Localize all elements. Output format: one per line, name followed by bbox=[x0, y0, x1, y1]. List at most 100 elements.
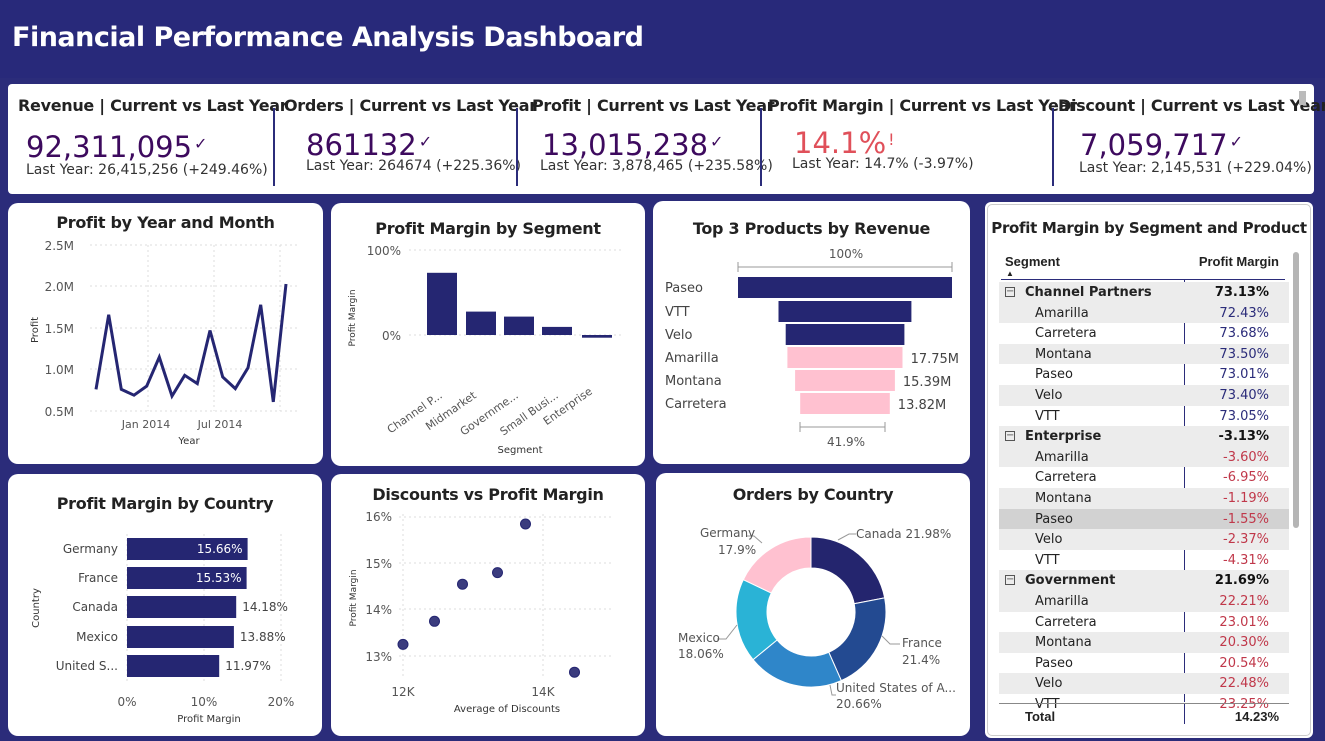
table-row[interactable]: Paseo 20.54% bbox=[999, 653, 1289, 674]
country-bar bbox=[127, 626, 234, 648]
x-tick: 10% bbox=[191, 695, 218, 709]
kpi-value: 14.1%! bbox=[794, 126, 895, 160]
row-value: 21.69% bbox=[1214, 573, 1269, 589]
collapse-icon[interactable]: − bbox=[1005, 431, 1015, 442]
x-tick: Jan 2014 bbox=[121, 418, 170, 431]
table-row[interactable]: Amarilla 72.43% bbox=[999, 302, 1289, 324]
x-tick: 0% bbox=[117, 695, 136, 709]
kpi-last-year: Last Year: 2,145,531 (+229.04%) bbox=[1079, 160, 1312, 176]
segment-bar-chart: 100% 0% Profit Margin Channel P... Midma… bbox=[348, 244, 623, 456]
funnel-category-label: Paseo bbox=[665, 281, 703, 296]
segment-bars bbox=[427, 272, 612, 338]
kpi-strip: Revenue | Current vs Last Year 92,311,09… bbox=[8, 84, 1325, 194]
kpi-scrollbar-thumb[interactable] bbox=[1299, 91, 1306, 105]
country-value-label: 15.66% bbox=[197, 542, 243, 556]
segment-bar bbox=[542, 326, 572, 335]
row-value: -3.60% bbox=[1223, 449, 1269, 465]
kpi-revenue[interactable]: Revenue | Current vs Last Year 92,311,09… bbox=[18, 84, 288, 194]
y-axis-label: Profit Margin bbox=[349, 569, 359, 626]
kpi-value: 92,311,095 ✓ bbox=[26, 130, 208, 164]
y-axis-label: Country bbox=[31, 588, 42, 628]
country-label: France bbox=[78, 571, 118, 585]
collapse-icon[interactable]: − bbox=[1005, 287, 1015, 297]
kpi-divider bbox=[273, 108, 275, 186]
table-row[interactable]: Amarilla 22.21% bbox=[999, 590, 1289, 612]
country-label: Canada bbox=[72, 600, 118, 614]
table-scrollbar-thumb[interactable] bbox=[1293, 252, 1299, 528]
row-value: 20.30% bbox=[1219, 635, 1269, 651]
country-value-label: 13.88% bbox=[240, 630, 286, 644]
table-row[interactable]: Montana 20.30% bbox=[999, 632, 1289, 653]
table-segment-row[interactable]: − Enterprise -3.13% bbox=[999, 426, 1289, 447]
table-row[interactable]: Carretera 73.68% bbox=[999, 323, 1289, 344]
country-bars: Germany 15.66% France 15.53% Canada 14.18% Mex… bbox=[56, 538, 288, 677]
table-row[interactable]: Amarilla -3.60% bbox=[999, 446, 1289, 468]
kpi-discount[interactable]: Discount | Current vs Last Year 7,059,71… bbox=[1058, 84, 1325, 194]
row-label: Paseo bbox=[1035, 655, 1073, 671]
slice-label-germany-pct: 17.9% bbox=[718, 543, 756, 557]
y-tick: 2.5M bbox=[45, 239, 74, 253]
kpi-profit-margin[interactable]: Profit Margin | Current vs Last Year 14.… bbox=[768, 84, 1077, 194]
header-divider bbox=[1001, 279, 1285, 280]
row-label: Velo bbox=[1035, 387, 1063, 403]
table-row[interactable]: Carretera 23.01% bbox=[999, 612, 1289, 633]
table-row[interactable]: Paseo 73.01% bbox=[999, 364, 1289, 385]
row-label: Paseo bbox=[1035, 511, 1073, 527]
funnel-bar bbox=[778, 301, 912, 322]
table-row[interactable]: Paseo -1.55% bbox=[999, 508, 1289, 530]
segment-bar bbox=[427, 272, 457, 335]
row-label: Amarilla bbox=[1035, 449, 1089, 465]
column-header-segment[interactable]: Segment bbox=[1005, 254, 1060, 269]
kpi-title: Profit | Current vs Last Year bbox=[532, 96, 775, 115]
country-bar-chart: Germany 15.66% France 15.53% Canada 14.18% Mex… bbox=[31, 534, 294, 725]
margin-by-segment-card: Profit Margin by Segment 100% 0% Profit … bbox=[331, 203, 645, 466]
slice-label-france: France bbox=[902, 636, 942, 650]
donut-slice bbox=[810, 536, 886, 605]
row-value: 23.01% bbox=[1219, 614, 1269, 630]
row-value: -2.37% bbox=[1223, 532, 1269, 548]
funnel-bar bbox=[785, 324, 905, 345]
table-row[interactable]: Velo 22.48% bbox=[999, 673, 1289, 694]
x-axis-label: Segment bbox=[498, 445, 543, 456]
scatter-point bbox=[429, 615, 440, 627]
table-segment-row[interactable]: − Government 21.69% bbox=[999, 570, 1289, 591]
row-label: Amarilla bbox=[1035, 593, 1089, 609]
collapse-icon[interactable]: − bbox=[1005, 575, 1015, 586]
y-tick: 14% bbox=[365, 603, 392, 617]
table-row[interactable]: VTT -4.31% bbox=[999, 550, 1289, 571]
sort-arrow-icon[interactable]: ▲ bbox=[1006, 269, 1014, 278]
slice-label-france-pct: 21.4% bbox=[902, 653, 940, 667]
checkmark-icon: ✓ bbox=[418, 132, 433, 151]
y-tick: 0.5M bbox=[45, 405, 74, 419]
table-segment-row[interactable]: − Channel Partners 73.13% bbox=[999, 282, 1289, 303]
row-value: 72.43% bbox=[1219, 305, 1269, 321]
row-label: Carretera bbox=[1035, 470, 1097, 486]
row-label: Enterprise bbox=[1025, 429, 1102, 445]
segment-bar bbox=[582, 335, 612, 338]
kpi-orders[interactable]: Orders | Current vs Last Year 861132 ✓ La… bbox=[284, 84, 537, 194]
kpi-profit[interactable]: Profit | Current vs Last Year 13,015,238… bbox=[532, 84, 775, 194]
table-row[interactable]: Velo -2.37% bbox=[999, 529, 1289, 550]
table-body: − Channel Partners 73.13% Amarilla 72.43% Car… bbox=[999, 282, 1289, 714]
row-value: -6.95% bbox=[1223, 470, 1269, 486]
funnel-chart: 100% Paseo VTT Velo Amarilla 17.75M Montana 15… bbox=[665, 247, 959, 449]
top-products-card: Top 3 Products by Revenue 100% Paseo VTT V… bbox=[653, 201, 970, 464]
country-value-label: 14.18% bbox=[242, 600, 288, 614]
table-row[interactable]: Velo 73.40% bbox=[999, 384, 1289, 406]
kpi-value: 861132 ✓ bbox=[306, 128, 433, 162]
kpi-title: Profit Margin | Current vs Last Year bbox=[768, 96, 1077, 115]
discount-vs-margin-card: Discounts vs Profit Margin 16% 15% 14% 1… bbox=[331, 474, 645, 736]
y-tick: 1.0M bbox=[45, 363, 74, 377]
row-value: 73.13% bbox=[1214, 285, 1269, 300]
profit-line-chart: 2.5M 2.0M 1.5M 1.0M 0.5M Jan 2014 Jul 20… bbox=[30, 239, 298, 447]
table-row[interactable]: Montana -1.19% bbox=[999, 487, 1289, 509]
kpi-title: Discount | Current vs Last Year bbox=[1058, 96, 1325, 115]
column-header-profit-margin[interactable]: Profit Margin bbox=[1199, 254, 1279, 269]
table-row[interactable]: Montana 73.50% bbox=[999, 343, 1289, 365]
table-row[interactable]: Carretera -6.95% bbox=[999, 467, 1289, 488]
funnel-value-label: 13.82M bbox=[898, 398, 946, 413]
donut-chart: Canada 21.98% France 21.4% United States… bbox=[678, 526, 956, 711]
table-row[interactable]: VTT 73.05% bbox=[999, 406, 1289, 427]
kpi-last-year: Last Year: 14.7% (-3.97%) bbox=[792, 156, 974, 172]
x-tick: 12K bbox=[391, 685, 415, 699]
